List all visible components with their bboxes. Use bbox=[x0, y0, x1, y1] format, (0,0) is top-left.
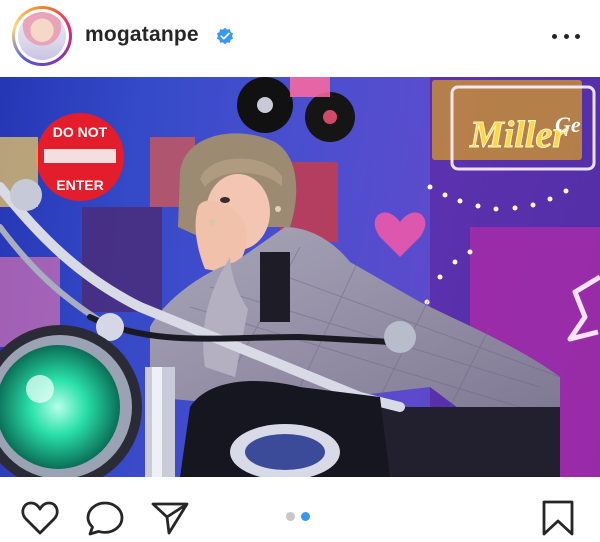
send-icon[interactable] bbox=[150, 500, 190, 536]
avatar-image bbox=[18, 12, 66, 60]
more-options-icon[interactable] bbox=[552, 26, 580, 46]
neon-sign-text-2: Ge bbox=[555, 112, 581, 137]
avatar[interactable] bbox=[12, 6, 72, 66]
sign-text-bottom: ENTER bbox=[56, 177, 103, 193]
comment-icon[interactable] bbox=[86, 500, 126, 536]
sign-text-top: DO NOT bbox=[53, 124, 108, 140]
neon-sign-text: Miller bbox=[469, 114, 568, 156]
post-actions bbox=[0, 480, 600, 542]
photo-scene: DO NOT ENTER Miller Ge bbox=[0, 77, 600, 477]
verified-badge-icon bbox=[216, 27, 234, 45]
heart-icon[interactable] bbox=[20, 500, 60, 536]
post-photo[interactable]: DO NOT ENTER Miller Ge bbox=[0, 77, 600, 477]
carousel-indicator bbox=[286, 512, 310, 521]
carousel-dot-active[interactable] bbox=[301, 512, 310, 521]
username-link[interactable]: mogatanpe bbox=[85, 23, 199, 47]
carousel-dot[interactable] bbox=[286, 512, 295, 521]
post-header: mogatanpe bbox=[0, 0, 600, 76]
bookmark-icon[interactable] bbox=[540, 500, 576, 536]
